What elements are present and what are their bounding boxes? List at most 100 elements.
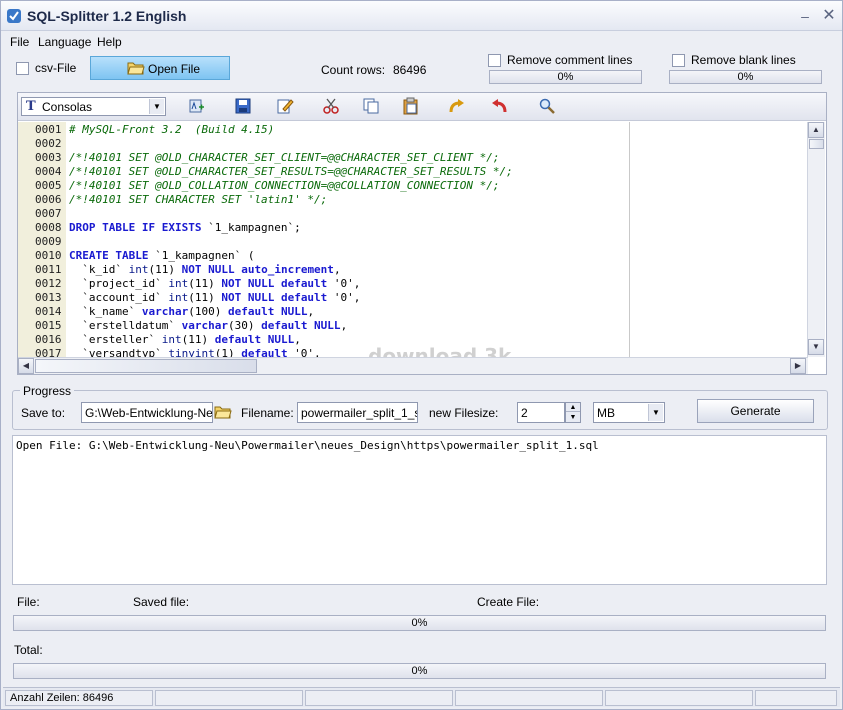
line-number: 0009 [35, 235, 62, 248]
total-label: Total: [14, 643, 43, 657]
status-panel [155, 690, 303, 706]
status-panel [305, 690, 453, 706]
code-text: DROP TABLE IF EXISTS `1_kampagnen`; [69, 221, 301, 234]
remove-blank-progress: 0% [669, 70, 822, 84]
spin-up-icon[interactable]: ▲ [566, 403, 580, 412]
vertical-scroll-thumb[interactable] [809, 139, 824, 149]
line-number: 0012 [35, 277, 62, 290]
code-text: `k_id` int(11) NOT NULL auto_increment, [69, 263, 341, 276]
edit-icon[interactable] [276, 97, 294, 115]
status-panel [755, 690, 837, 706]
remove-comment-label: Remove comment lines [507, 53, 633, 67]
status-panel [455, 690, 603, 706]
status-panel-rows: Anzahl Zeilen: 86496 [5, 690, 153, 706]
line-number: 0011 [35, 263, 62, 276]
font-size-icon[interactable] [188, 97, 206, 115]
unit-select-value: MB [597, 406, 615, 420]
remove-comment-checkbox[interactable] [488, 54, 501, 67]
font-select-value: Consolas [42, 100, 93, 114]
save-to-label: Save to: [21, 406, 66, 420]
progress-legend: Progress [20, 384, 75, 398]
count-rows-value: 86496 [393, 63, 427, 77]
menu-help[interactable]: Help [97, 35, 122, 49]
remove-blank-checkbox[interactable] [672, 54, 685, 67]
title-bar: SQL-Splitter 1.2 English – ✕ [1, 1, 842, 31]
filename-field[interactable]: powermailer_split_1_spli [297, 402, 418, 423]
code-text: `erstelldatum` varchar(30) default NULL, [69, 319, 348, 332]
line-number: 0004 [35, 165, 62, 178]
log-text: Open File: G:\Web-Entwicklung-Neu\Powerm… [16, 439, 599, 452]
scroll-right-icon[interactable]: ▶ [790, 358, 806, 374]
code-area[interactable]: 0001 # MySQL-Front 3.2 (Build 4.15) 0002 00… [18, 122, 808, 357]
count-rows-label: Count rows: [321, 63, 386, 77]
csv-file-label: csv-File [35, 61, 77, 75]
scroll-up-icon[interactable]: ▲ [808, 122, 824, 138]
open-file-label: Open File [148, 62, 201, 76]
minimize-button[interactable]: – [798, 9, 812, 23]
undo-icon[interactable] [490, 97, 508, 115]
chevron-down-icon[interactable]: ▼ [648, 404, 663, 421]
menu-bar: File Language Help [1, 32, 842, 52]
browse-folder-icon[interactable] [214, 404, 232, 420]
create-file-label: Create File: [477, 595, 540, 609]
file-label: File: [17, 595, 40, 609]
scroll-left-icon[interactable]: ◀ [18, 358, 34, 374]
line-number: 0010 [35, 249, 62, 262]
open-file-button[interactable]: Open File [90, 56, 230, 80]
status-bar: Anzahl Zeilen: 86496 [3, 687, 840, 707]
vertical-scrollbar[interactable]: ▲ ▼ [807, 122, 825, 357]
filename-label: Filename: [241, 406, 294, 420]
code-text: `account_id` int(11) NOT NULL default '0… [69, 291, 361, 304]
menu-language[interactable]: Language [38, 35, 91, 49]
remove-blank-label: Remove blank lines [691, 53, 796, 67]
line-number: 0006 [35, 193, 62, 206]
search-icon[interactable] [538, 97, 556, 115]
line-number: 0007 [35, 207, 62, 220]
line-number: 0008 [35, 221, 62, 234]
spin-down-icon[interactable]: ▼ [566, 413, 580, 422]
paste-icon[interactable] [402, 97, 420, 115]
code-text: `project_id` int(11) NOT NULL default '0… [69, 277, 361, 290]
chevron-down-icon[interactable]: ▼ [149, 99, 164, 114]
line-number: 0017 [35, 347, 62, 357]
save-icon[interactable] [234, 97, 252, 115]
font-select[interactable]: T Consolas ▼ [21, 97, 166, 116]
filesize-spinner[interactable]: 2 [517, 402, 565, 423]
code-text: CREATE TABLE `1_kampagnen` ( [69, 249, 255, 262]
remove-comment-progress: 0% [489, 70, 642, 84]
code-text: /*!40101 SET @OLD_COLLATION_CONNECTION=@… [69, 179, 500, 192]
csv-file-checkbox[interactable] [16, 62, 29, 75]
code-text: `ersteller` int(11) default NULL, [69, 333, 301, 346]
code-text: # MySQL-Front 3.2 (Build 4.15) [69, 123, 275, 136]
log-output[interactable]: Open File: G:\Web-Entwicklung-Neu\Powerm… [12, 435, 827, 585]
new-filesize-label: new Filesize: [429, 406, 499, 420]
copy-icon[interactable] [362, 97, 380, 115]
line-number: 0002 [35, 137, 62, 150]
total-progress-bar: 0% [13, 663, 826, 679]
font-icon: T [26, 99, 36, 114]
unit-select[interactable]: MB ▼ [593, 402, 665, 423]
app-icon [7, 9, 21, 23]
cut-icon[interactable] [322, 97, 340, 115]
window-title: SQL-Splitter 1.2 English [27, 8, 187, 24]
horizontal-scroll-thumb[interactable] [35, 359, 257, 373]
close-button[interactable]: ✕ [822, 8, 836, 24]
code-text: /*!40101 SET CHARACTER SET 'latin1' */; [69, 193, 328, 206]
spinner-buttons[interactable]: ▲ ▼ [565, 402, 581, 423]
save-to-field[interactable]: G:\Web-Entwicklung-Neu\ [81, 402, 213, 423]
app-window: SQL-Splitter 1.2 English – ✕ File Langua… [0, 0, 843, 710]
sql-editor[interactable]: T Consolas ▼ 0001 # MySQL-Front 3.2 (Bui… [17, 92, 827, 375]
scroll-down-icon[interactable]: ▼ [808, 339, 824, 355]
line-number: 0003 [35, 151, 62, 164]
line-number: 0016 [35, 333, 62, 346]
generate-button[interactable]: Generate [697, 399, 814, 423]
code-text: /*!40101 SET @OLD_CHARACTER_SET_RESULTS=… [69, 165, 513, 178]
horizontal-scrollbar[interactable]: ◀ ▶ [18, 357, 808, 374]
file-progress-bar: 0% [13, 615, 826, 631]
line-number: 0013 [35, 291, 62, 304]
line-number: 0015 [35, 319, 62, 332]
menu-file[interactable]: File [10, 35, 29, 49]
open-folder-icon [127, 62, 145, 75]
redo-icon[interactable] [448, 97, 466, 115]
saved-file-label: Saved file: [133, 595, 190, 609]
